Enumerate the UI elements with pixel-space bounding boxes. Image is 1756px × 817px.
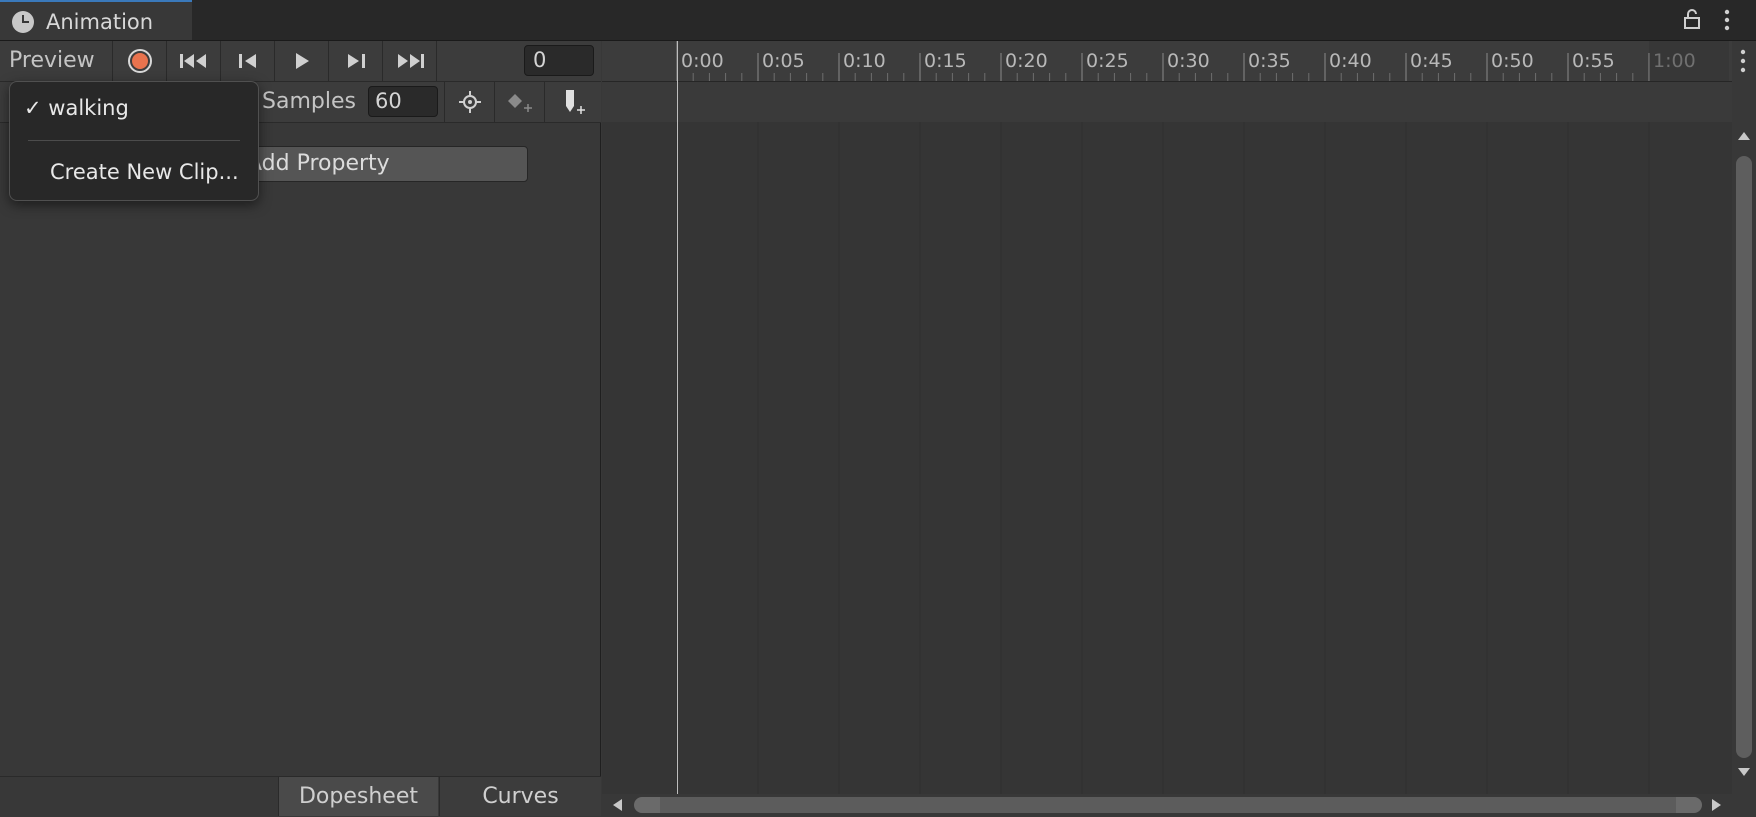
samples-label: Samples xyxy=(262,89,356,114)
next-key-icon xyxy=(347,54,365,68)
crosshair-icon xyxy=(458,91,481,113)
tab-curves[interactable]: Curves xyxy=(439,777,601,816)
ruler-tick-label: 0:50 xyxy=(1491,50,1534,72)
window-tab-bar xyxy=(0,0,1756,41)
ruler-tick-label: 0:05 xyxy=(762,50,805,72)
scroll-down-icon[interactable] xyxy=(1736,766,1752,778)
ruler-tick-label: 0:45 xyxy=(1410,50,1453,72)
add-keyframe-button[interactable] xyxy=(494,82,544,122)
ruler-tick-label: 0:10 xyxy=(843,50,886,72)
lock-icon[interactable] xyxy=(1684,9,1700,29)
clock-icon xyxy=(12,11,34,33)
playhead[interactable] xyxy=(677,41,678,794)
snap-button[interactable] xyxy=(444,82,494,122)
ruler-tick-label: 0:15 xyxy=(924,50,967,72)
checkmark-icon: ✓ xyxy=(24,96,42,120)
play-button[interactable] xyxy=(274,41,328,81)
scroll-left-icon[interactable] xyxy=(610,797,624,813)
play-icon xyxy=(295,53,309,69)
tab-title: Animation xyxy=(46,10,154,34)
add-property-button[interactable]: Add Property xyxy=(220,146,528,182)
toolbar-spacer xyxy=(436,41,516,81)
ruler-tick-label: 0:25 xyxy=(1086,50,1129,72)
samples-field[interactable]: 60 xyxy=(368,86,438,117)
menu-item-label: walking xyxy=(48,96,129,120)
last-key-button[interactable] xyxy=(382,41,436,81)
timeline-menu-icon[interactable] xyxy=(1736,48,1750,74)
ruler-tick-label: 0:20 xyxy=(1005,50,1048,72)
previous-key-icon xyxy=(238,54,256,68)
window-menu-icon[interactable] xyxy=(1720,8,1734,32)
menu-separator xyxy=(28,140,240,141)
record-button[interactable] xyxy=(112,41,166,81)
tab-animation[interactable]: Animation xyxy=(0,0,192,40)
ruler-tick-label: 0:40 xyxy=(1329,50,1372,72)
record-icon xyxy=(127,49,152,73)
add-event-icon xyxy=(566,90,585,114)
scroll-up-icon[interactable] xyxy=(1736,130,1752,142)
vertical-scroll-thumb[interactable] xyxy=(1736,156,1752,758)
preview-button[interactable]: Preview xyxy=(0,41,112,81)
horizontal-scroll-thumb-track xyxy=(660,797,1676,813)
ruler-tick-label: 0:35 xyxy=(1248,50,1291,72)
timeline-grid xyxy=(676,122,1650,794)
next-key-button[interactable] xyxy=(328,41,382,81)
frame-field[interactable]: 0 xyxy=(524,45,594,76)
add-event-button[interactable] xyxy=(544,82,601,122)
last-key-icon xyxy=(397,54,424,68)
ruler-tick-label: 0:00 xyxy=(681,50,724,72)
menu-item-create-new-clip[interactable]: Create New Clip... xyxy=(50,160,239,184)
first-key-button[interactable] xyxy=(166,41,220,81)
ruler-ticks: 0:00 0:05 0:10 0:15 0:20 0:25 0:30 0:35 0:40 0:45… xyxy=(676,41,1729,81)
ruler-tick-label: 0:30 xyxy=(1167,50,1210,72)
add-keyframe-icon xyxy=(507,94,532,112)
scroll-right-icon[interactable] xyxy=(1710,797,1724,813)
first-key-icon xyxy=(179,54,206,68)
ruler-out-of-range xyxy=(1649,41,1729,81)
previous-key-button[interactable] xyxy=(220,41,274,81)
tab-dopesheet[interactable]: Dopesheet xyxy=(278,777,438,816)
menu-item-walking[interactable]: ✓ walking xyxy=(24,96,129,120)
summary-keyframe-row[interactable] xyxy=(602,82,1732,123)
ruler-tick-label: 0:55 xyxy=(1572,50,1615,72)
